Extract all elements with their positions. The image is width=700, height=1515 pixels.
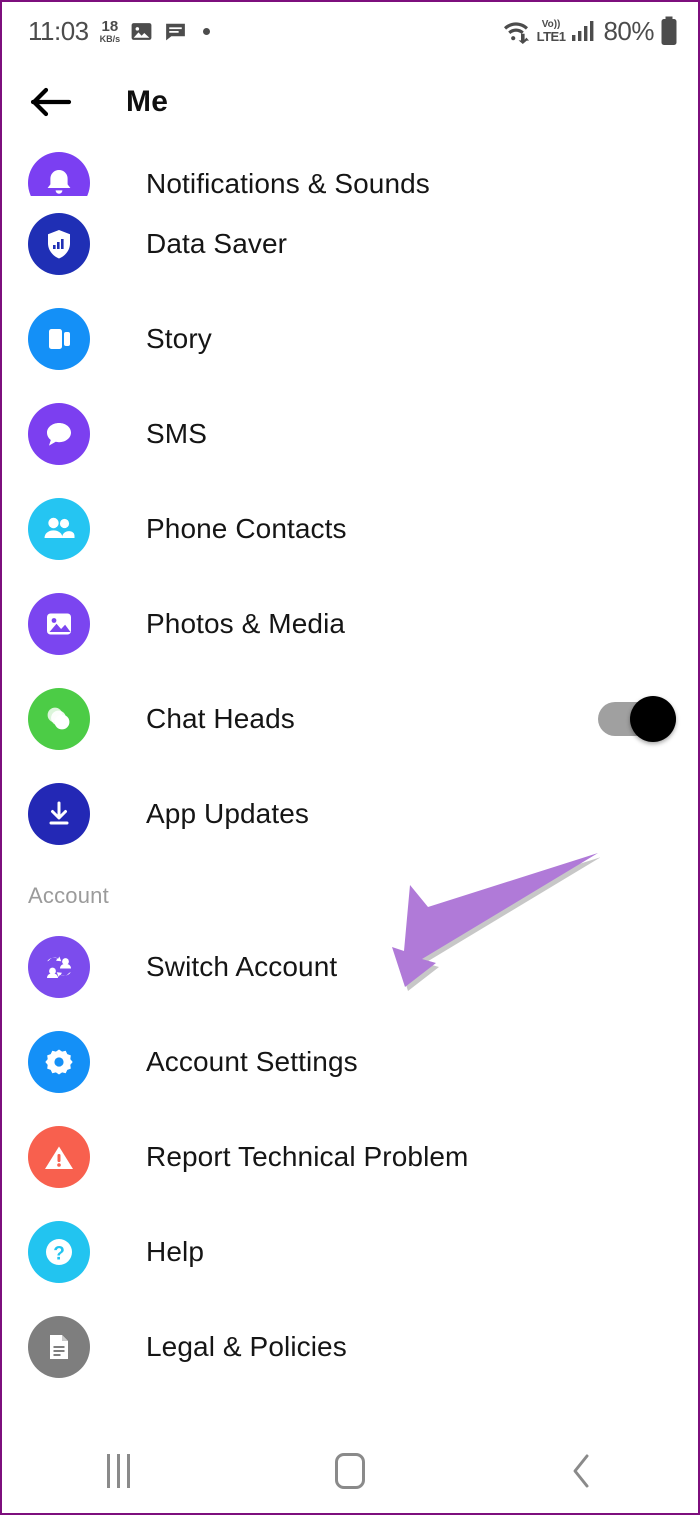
list-item-label: App Updates	[146, 797, 309, 829]
network-speed-value: 18	[101, 17, 119, 35]
story-cards-icon	[28, 307, 90, 370]
home-button[interactable]	[234, 1452, 466, 1489]
list-item-label: Chat Heads	[146, 702, 295, 734]
list-item-label: SMS	[146, 417, 207, 449]
warning-triangle-icon	[28, 1125, 90, 1188]
list-item-label: Account Settings	[146, 1045, 358, 1077]
bell-icon	[28, 152, 90, 196]
network-speed-indicator: 18 KB/s	[100, 19, 121, 44]
battery-percent-label: 80%	[603, 15, 654, 46]
cellular-signal-icon	[571, 19, 597, 43]
list-item-help[interactable]: ? Help	[2, 1204, 698, 1299]
list-item-label: Report Technical Problem	[146, 1140, 469, 1172]
page-title: Me	[126, 85, 169, 118]
svg-text:?: ?	[53, 1243, 65, 1264]
list-item-label: Switch Account	[146, 950, 338, 982]
list-item-account-settings[interactable]: Account Settings	[2, 1014, 698, 1109]
back-chevron-icon	[573, 1454, 589, 1487]
list-item-sms[interactable]: SMS	[2, 386, 698, 481]
app-bar: Me	[2, 60, 698, 144]
download-icon	[28, 782, 90, 845]
status-bar-right: Vo)) LTE1 80%	[501, 16, 678, 47]
dot-indicator-icon	[203, 27, 211, 35]
list-item-data-saver[interactable]: Data Saver	[2, 196, 698, 291]
list-item-label: Story	[146, 322, 212, 354]
list-item-chat-heads[interactable]: Chat Heads	[2, 671, 698, 766]
shield-bars-icon	[28, 212, 90, 275]
message-icon	[163, 19, 188, 44]
phone-screen: 11:03 18 KB/s Vo)) LTE1 80% Me Notificat…	[0, 0, 700, 1515]
image-icon	[129, 19, 154, 44]
toggle-knob	[630, 695, 676, 742]
list-item-label: Data Saver	[146, 227, 288, 259]
list-item-label: Notifications & Sounds	[146, 168, 430, 196]
status-bar: 11:03 18 KB/s Vo)) LTE1 80%	[2, 2, 698, 60]
system-navigation-bar	[2, 1428, 698, 1513]
network-speed-unit: KB/s	[99, 33, 121, 44]
chat-bubble-icon	[28, 402, 90, 465]
document-icon	[28, 1315, 90, 1378]
chat-heads-icon	[28, 687, 90, 750]
volte-label-top: Vo))	[541, 18, 561, 30]
section-header-account: Account	[28, 883, 109, 908]
status-bar-left: 11:03 18 KB/s	[28, 15, 211, 47]
recents-button[interactable]	[2, 1453, 234, 1488]
battery-icon	[660, 16, 678, 46]
list-item-notifications-and-sounds[interactable]: Notifications & Sounds	[2, 144, 698, 196]
volte-label-bottom: LTE1	[536, 28, 566, 44]
list-item-legal-and-policies[interactable]: Legal & Policies	[2, 1299, 698, 1394]
list-item-label: Help	[146, 1235, 204, 1267]
back-arrow-icon	[30, 87, 72, 117]
settings-list[interactable]: Notifications & Sounds Data Saver Story …	[2, 144, 698, 1428]
list-item-label: Photos & Media	[146, 607, 346, 639]
back-button[interactable]	[28, 79, 74, 125]
list-item-switch-account[interactable]: Switch Account	[2, 919, 698, 1014]
question-mark-icon: ?	[28, 1220, 90, 1283]
status-clock: 11:03	[28, 15, 89, 46]
list-item-app-updates[interactable]: App Updates	[2, 766, 698, 861]
home-icon	[335, 1452, 365, 1489]
chat-heads-toggle[interactable]	[598, 695, 676, 742]
people-icon	[28, 497, 90, 560]
wifi-icon	[501, 18, 531, 44]
gear-icon	[28, 1030, 90, 1093]
recents-icon	[106, 1453, 130, 1488]
photo-icon	[28, 592, 90, 655]
list-item-label: Phone Contacts	[146, 512, 347, 544]
list-item-story[interactable]: Story	[2, 291, 698, 386]
list-item-report-technical-problem[interactable]: Report Technical Problem	[2, 1109, 698, 1204]
volte-indicator: Vo)) LTE1	[536, 18, 566, 44]
list-item-phone-contacts[interactable]: Phone Contacts	[2, 481, 698, 576]
switch-account-icon	[28, 935, 90, 998]
list-item-photos-and-media[interactable]: Photos & Media	[2, 576, 698, 671]
list-item-label: Legal & Policies	[146, 1330, 347, 1362]
nav-back-button[interactable]	[466, 1452, 698, 1490]
